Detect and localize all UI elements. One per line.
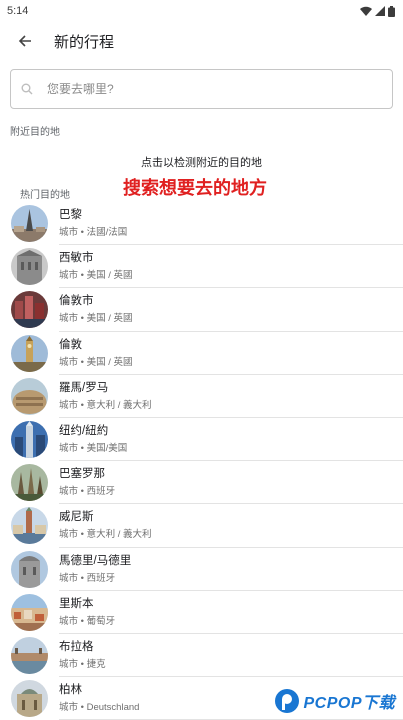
search-container <box>0 60 403 109</box>
list-item[interactable]: 倫敦城市 • 美国 / 英國 <box>0 332 403 375</box>
berlin-thumbnail <box>11 680 48 718</box>
list-item[interactable]: 里斯本城市 • 葡萄牙 <box>0 591 403 635</box>
city-meta: 城市 • 意大利 / 義大利 <box>59 399 152 411</box>
city-name: 纽约/紐約 <box>59 425 109 438</box>
list-item[interactable]: 馬德里/马德里 城市 • 西班牙 <box>0 548 403 591</box>
search-box[interactable] <box>10 69 393 109</box>
city-name: 馬德里/马德里 <box>59 554 132 567</box>
status-time: 5:14 <box>7 5 29 17</box>
city-list: 巴黎 城市 • 法國/法国 西敏市 城市 • 美国 / 英國 倫敦市 城市 • 美国 … <box>0 202 403 720</box>
page-title: 新的行程 <box>54 33 115 51</box>
city-name: 倫敦市 <box>59 295 94 308</box>
search-icon <box>21 83 33 95</box>
status-icons <box>360 5 395 17</box>
list-item[interactable]: 羅馬/罗马城市 • 意大利 / 義大利 <box>0 375 403 419</box>
city-name: 布拉格 <box>59 640 94 653</box>
venice-thumbnail <box>11 507 48 545</box>
city-name: 威尼斯 <box>59 511 94 524</box>
promo-caption: 搜索想要去的地方 <box>123 178 267 198</box>
signal-icon <box>375 6 385 16</box>
watermark-logo-icon <box>275 689 300 713</box>
city-name: 西敏市 <box>59 252 94 265</box>
popular-header: 热门目的地 搜索想要去的地方 <box>0 174 403 202</box>
arrow-back-icon <box>18 35 31 47</box>
detect-nearby-button[interactable]: 点击以检测附近的目的地 <box>0 154 403 170</box>
list-item[interactable]: 威尼斯城市 • 意大利 / 義大利 <box>0 504 403 548</box>
city-name: 巴黎 <box>59 209 82 222</box>
city-name: 柏林 <box>59 684 82 697</box>
popular-section-label: 热门目的地 <box>20 190 70 201</box>
new-york-thumbnail <box>11 421 48 459</box>
paris-thumbnail <box>11 205 48 243</box>
list-item[interactable]: 倫敦市城市 • 美国 / 英國 <box>0 288 403 332</box>
watermark-text: PCPOP下载 <box>303 695 395 712</box>
barcelona-thumbnail <box>11 464 48 502</box>
city-meta: 城市 • Deutschland <box>59 702 140 714</box>
list-item[interactable]: 西敏市城市 • 美国 / 英國 <box>0 245 403 289</box>
lisbon-thumbnail <box>11 593 48 631</box>
city-meta: 城市 • 西班牙 <box>59 486 116 498</box>
rome-thumbnail <box>11 377 48 415</box>
city-meta: 城市 • 葡萄牙 <box>59 615 116 627</box>
list-item[interactable]: 布拉格城市 • 捷克 <box>0 634 403 678</box>
city-meta: 城市 • 西班牙 <box>59 572 116 584</box>
city-name: 羅馬/罗马 <box>59 381 109 394</box>
city-meta: 城市 • 捷克 <box>59 658 106 670</box>
city-meta: 城市 • 美国 / 英國 <box>59 270 133 282</box>
city-name: 巴塞罗那 <box>59 468 105 481</box>
nearby-section-label: 附近目的地 <box>10 127 60 138</box>
city-name: 里斯本 <box>59 597 94 610</box>
london-thumbnail <box>11 334 48 372</box>
list-item[interactable]: 巴塞罗那城市 • 西班牙 <box>0 461 403 505</box>
prague-thumbnail <box>11 636 48 674</box>
city-meta: 城市 • 美国 / 英國 <box>59 356 133 368</box>
madrid-thumbnail <box>11 550 48 588</box>
wifi-icon <box>360 6 372 16</box>
city-name: 倫敦 <box>59 338 82 351</box>
westminster-thumbnail <box>11 248 48 286</box>
watermark: PCPOP下载 <box>270 686 399 716</box>
city-meta: 城市 • 意大利 / 義大利 <box>59 529 152 541</box>
city-meta: 城市 • 美国/美国 <box>59 443 128 455</box>
list-item[interactable]: 巴黎城市 • 法國/法国 <box>0 202 403 246</box>
list-item[interactable]: 纽约/紐約城市 • 美国/美国 <box>0 418 403 462</box>
city-meta: 城市 • 美国 / 英國 <box>59 313 133 325</box>
city-of-london-thumbnail <box>11 291 48 329</box>
city-meta: 城市 • 法國/法国 <box>59 227 128 239</box>
status-bar: 5:14 <box>0 0 403 22</box>
search-input[interactable] <box>47 82 347 96</box>
app-bar: 新的行程 <box>0 22 403 60</box>
back-button[interactable] <box>14 30 36 52</box>
battery-icon <box>388 5 395 17</box>
